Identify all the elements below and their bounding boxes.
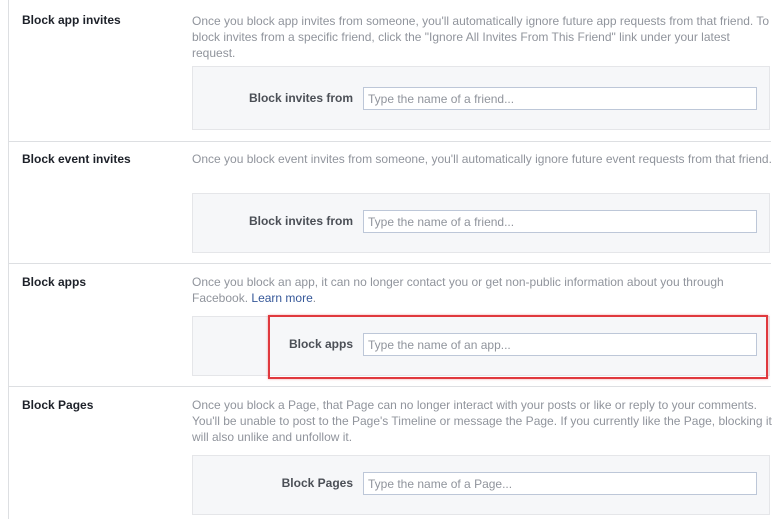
block-event-invites-input[interactable] [363, 210, 757, 233]
section-divider [9, 386, 771, 387]
block-app-invites-panel: Block invites from [192, 66, 770, 130]
section-description-block-app-invites: Once you block app invites from someone,… [192, 14, 770, 60]
block-event-invites-panel: Block invites from [192, 193, 770, 253]
block-invites-from-label: Block invites from [248, 91, 353, 105]
section-divider [9, 263, 771, 264]
block-pages-panel: Block Pages [192, 455, 770, 515]
block-pages-input[interactable] [363, 472, 757, 495]
blocking-settings-page: Block app invites Once you block app inv… [0, 0, 780, 519]
section-title-block-pages: Block Pages [22, 398, 94, 412]
section-description-block-pages: Once you block a Page, that Page can no … [192, 398, 772, 444]
section-description-block-apps: Once you block an app, it can no longer … [192, 274, 772, 306]
section-title-block-apps: Block apps [22, 275, 87, 289]
section-title-block-app-invites: Block app invites [22, 13, 121, 27]
description-period: . [312, 291, 317, 305]
section-description-block-event-invites: Once you block event invites from someon… [192, 152, 772, 166]
learn-more-link[interactable]: Learn more [251, 291, 312, 305]
highlight-box [268, 315, 768, 379]
block-invites-from-label: Block invites from [248, 214, 353, 228]
block-app-invites-input[interactable] [363, 87, 757, 110]
block-pages-label: Block Pages [281, 476, 353, 490]
section-divider [9, 141, 771, 142]
left-border [8, 0, 9, 519]
section-title-block-event-invites: Block event invites [22, 152, 131, 166]
